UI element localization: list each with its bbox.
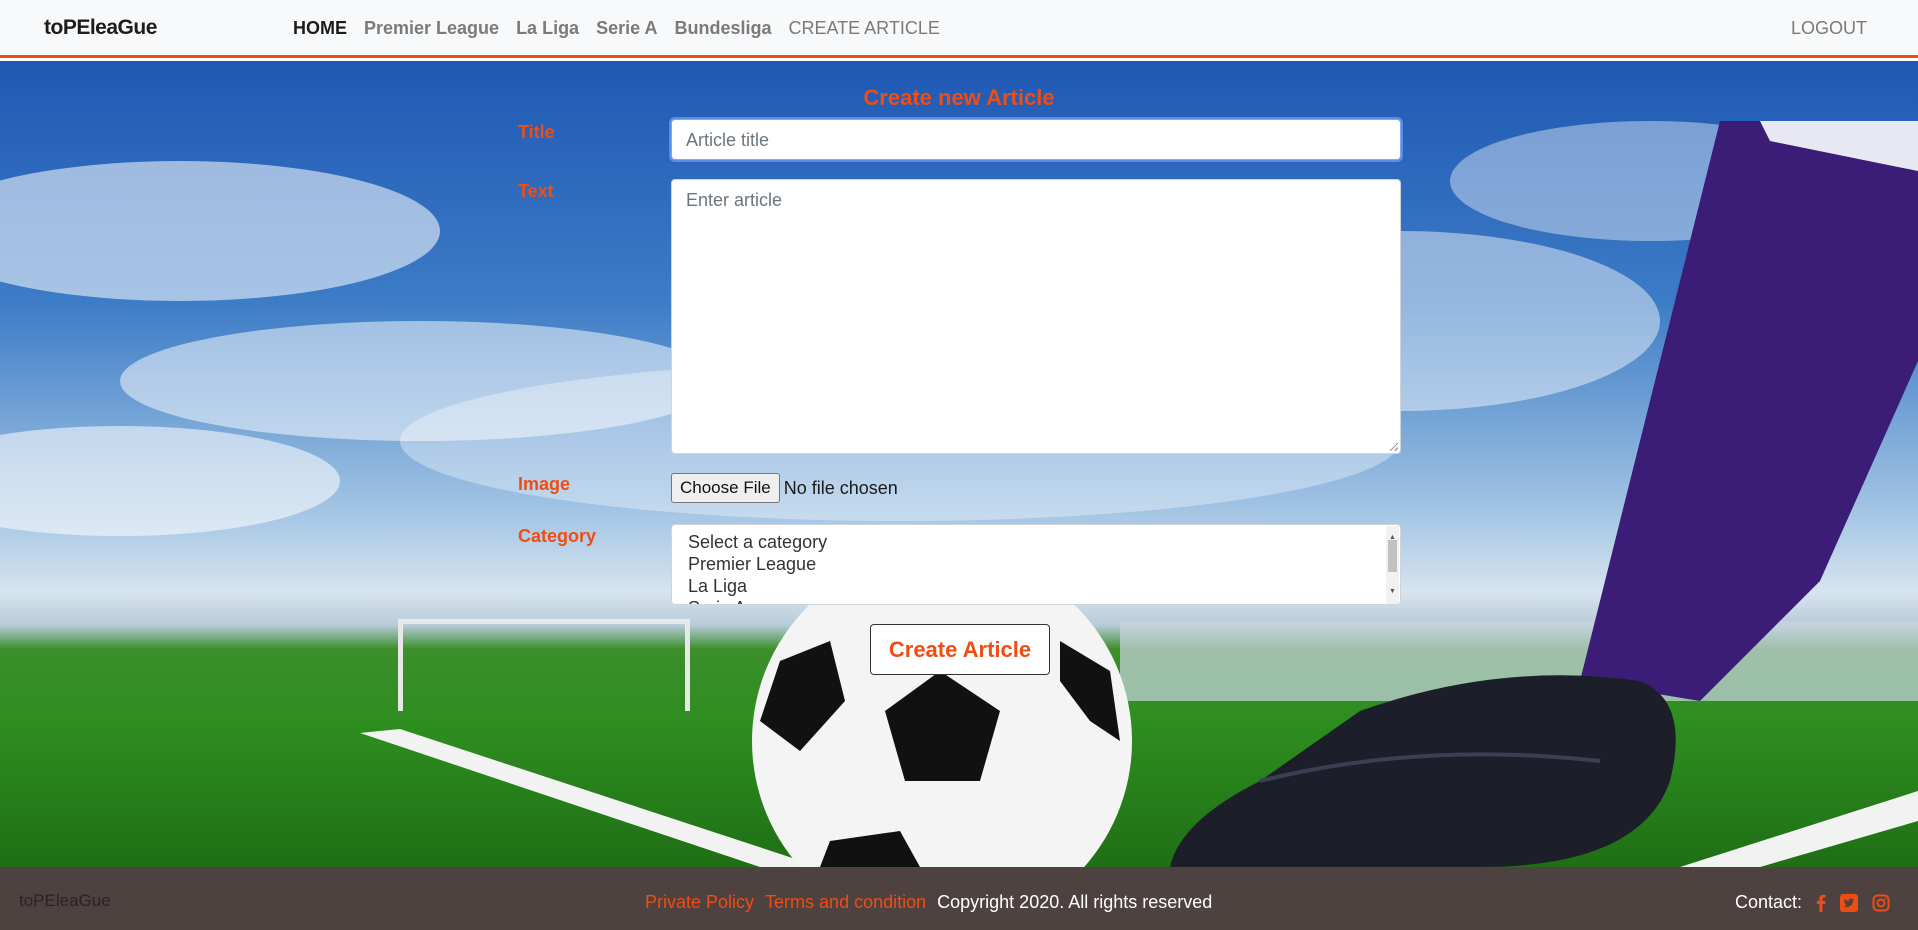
category-option[interactable]: Select a category — [688, 531, 1384, 553]
footer-brand[interactable]: toPEleaGue — [19, 891, 111, 911]
category-option[interactable]: Serie A — [688, 597, 1384, 604]
twitter-icon[interactable] — [1840, 893, 1859, 912]
create-article-button[interactable]: Create Article — [870, 624, 1050, 675]
footer-links: Private Policy Terms and condition Copyr… — [645, 892, 1212, 913]
image-file-input: Choose File No file chosen — [671, 473, 898, 503]
text-area-placeholder: Enter article — [686, 190, 783, 210]
facebook-icon[interactable] — [1816, 894, 1826, 912]
nav-la-liga[interactable]: La Liga — [516, 18, 579, 39]
scroll-thumb[interactable] — [1388, 540, 1397, 572]
choose-file-button[interactable]: Choose File — [671, 473, 780, 503]
terms-link[interactable]: Terms and condition — [765, 892, 926, 913]
contact-section: Contact: — [1735, 892, 1890, 913]
instagram-icon[interactable] — [1872, 894, 1890, 912]
nav-serie-a[interactable]: Serie A — [596, 18, 657, 39]
category-option[interactable]: La Liga — [688, 575, 1384, 597]
category-select[interactable]: Select a category Premier League La Liga… — [671, 524, 1401, 605]
top-navbar: toPEleaGue HOME Premier League La Liga S… — [0, 0, 1918, 58]
scroll-down-arrow-icon[interactable]: ▼ — [1389, 581, 1396, 603]
category-option[interactable]: Premier League — [688, 553, 1384, 575]
title-label: Title — [518, 122, 555, 142]
file-status: No file chosen — [783, 477, 898, 498]
page-title: Create new Article — [863, 85, 1055, 110]
article-text-area[interactable]: Enter article — [671, 179, 1401, 454]
text-label: Text — [518, 181, 554, 201]
title-input[interactable]: Article title — [671, 119, 1401, 160]
contact-label: Contact: — [1735, 892, 1803, 912]
brand-logo[interactable]: toPEleaGue — [44, 16, 157, 40]
category-label: Category — [518, 526, 597, 546]
logout-link[interactable]: LOGOUT — [1791, 18, 1867, 39]
resize-grip-icon[interactable] — [1390, 443, 1398, 451]
nav-links: HOME Premier League La Liga Serie A Bund… — [293, 18, 940, 39]
nav-home[interactable]: HOME — [293, 18, 347, 39]
privacy-policy-link[interactable]: Private Policy — [645, 892, 754, 913]
nav-bundesliga[interactable]: Bundesliga — [674, 18, 771, 39]
copyright-text: Copyright 2020. All rights reserved — [937, 892, 1213, 912]
nav-premier-league[interactable]: Premier League — [364, 18, 499, 39]
footer: toPEleaGue Private Policy Terms and cond… — [0, 867, 1918, 930]
nav-create-article[interactable]: CREATE ARTICLE — [788, 18, 939, 39]
select-scrollbar[interactable]: ▲ ▼ — [1386, 526, 1399, 604]
image-label: Image — [518, 474, 571, 494]
